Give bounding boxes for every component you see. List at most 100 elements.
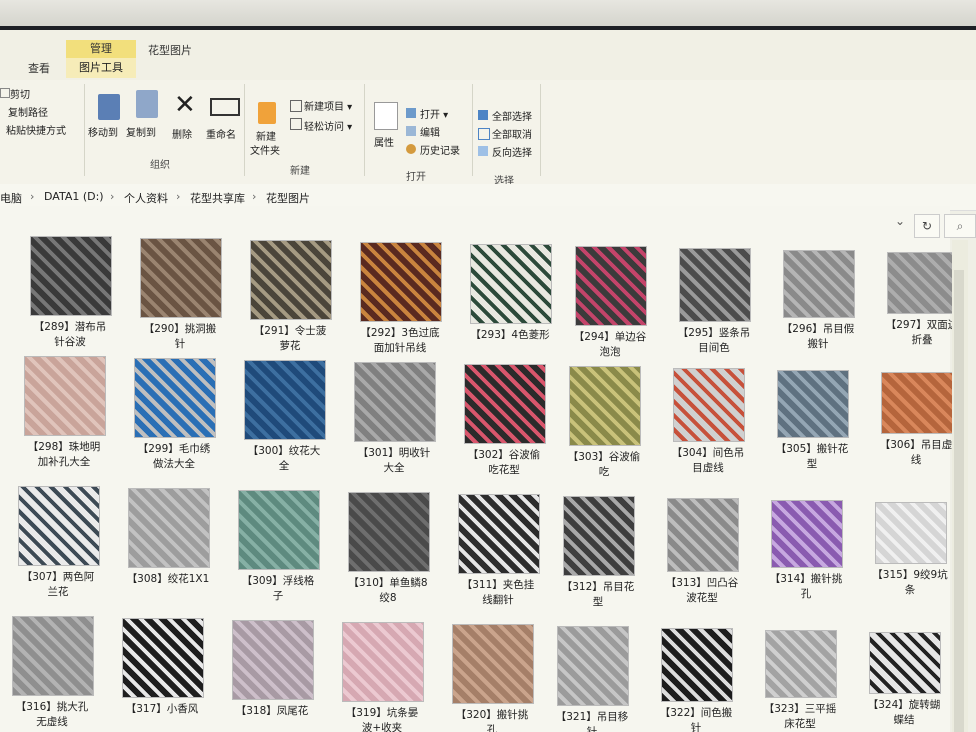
- file-name: 【306】吊目虚线: [866, 438, 966, 468]
- file-name: 【320】搬针挑孔: [442, 708, 542, 732]
- group-open-label: 打开: [406, 172, 426, 183]
- history-icon: [406, 144, 416, 154]
- file-name-line2: 大全: [383, 462, 405, 474]
- file-name-line2: 泡泡: [599, 346, 621, 358]
- scrollbar-thumb[interactable]: [954, 270, 964, 732]
- edit-button[interactable]: 编辑: [420, 124, 440, 139]
- file-grid: 【289】潜布吊 针谷波 【290】挑洞搬针【291】令士菠 萝花 【292】3色过底面…: [0, 206, 959, 732]
- file-name: 【292】3色过底 面加针吊线: [350, 326, 450, 356]
- breadcrumb-item[interactable]: 花型图片: [266, 190, 310, 206]
- thumbnail-image: [673, 368, 745, 442]
- file-name: 【310】单鱼鳞8 绞8: [338, 576, 438, 606]
- tab-manage[interactable]: 管理: [66, 40, 136, 58]
- tab-picture-tools[interactable]: 图片工具: [66, 58, 136, 78]
- invert-selection-button[interactable]: 反向选择: [492, 144, 532, 159]
- file-name-line2: 加补孔大全: [37, 456, 91, 468]
- photo-of-monitor: 查看 管理 图片工具 花型图片 剪切 复制路径 粘贴快捷方式 移动到 复制到 ✕…: [0, 0, 976, 732]
- select-none-button[interactable]: 全部取消: [492, 126, 532, 141]
- thumbnail-image: [140, 238, 222, 318]
- file-name: 【304】间色吊 目虚线: [658, 446, 758, 476]
- file-name-line1: 【299】毛巾绣: [137, 443, 211, 455]
- file-name: 【324】旋转蝴 蝶结: [854, 698, 954, 728]
- group-new-label: 新建: [290, 166, 310, 177]
- file-name-line1: 【313】凹凸谷: [665, 577, 739, 589]
- file-name-line2: 型: [592, 596, 604, 608]
- easy-access-icon: [290, 118, 302, 130]
- breadcrumb-item[interactable]: DATA1 (D:): [44, 190, 104, 203]
- file-name: 【313】凹凸谷 波花型: [652, 576, 752, 606]
- refresh-icon[interactable]: ↻: [914, 214, 940, 238]
- open-icon: [406, 108, 416, 118]
- breadcrumb-item[interactable]: 电脑: [0, 190, 22, 206]
- file-name: 【293】4色菱形: [460, 328, 560, 343]
- chevron-down-icon[interactable]: ⌄: [890, 214, 910, 234]
- file-name: 【291】令士菠 萝花: [240, 324, 340, 354]
- cut-button[interactable]: 剪切: [10, 86, 30, 101]
- new-folder-icon: [258, 102, 276, 124]
- paste-shortcut-button[interactable]: 粘贴快捷方式: [6, 122, 66, 137]
- move-to-button[interactable]: 移动到: [88, 124, 118, 139]
- thumbnail-image: [679, 248, 751, 322]
- file-name-line1: 【296】吊目假: [781, 323, 855, 335]
- new-item-button[interactable]: 新建项目 ▾: [304, 98, 352, 113]
- file-name-line1: 【321】吊目移: [555, 711, 629, 723]
- file-name-line1: 【303】谷波偷: [567, 451, 641, 463]
- copy-path-button[interactable]: 复制路径: [8, 104, 48, 119]
- tab-view[interactable]: 查看: [28, 60, 50, 76]
- file-name-line1: 【318】凤尾花: [235, 705, 309, 717]
- file-name-line1: 【301】明收针: [357, 447, 431, 459]
- history-button[interactable]: 历史记录: [420, 142, 460, 157]
- file-name: 【307】两色阿 兰花: [8, 570, 108, 600]
- file-name: 【323】三平摇 床花型: [750, 702, 850, 732]
- file-name-line2: 无虚线: [36, 716, 68, 728]
- file-name-line2: 绞8: [379, 592, 397, 604]
- file-name-line1: 【324】旋转蝴: [867, 699, 941, 711]
- file-name-line2: 面加针吊线: [373, 342, 427, 354]
- file-name: 【295】竖条吊 目间色: [664, 326, 764, 356]
- file-name-line2: 型: [806, 458, 818, 470]
- file-name-line1: 【308】绞花1X1: [126, 573, 210, 585]
- vertical-scrollbar[interactable]: [952, 240, 968, 732]
- thumbnail-image: [667, 498, 739, 572]
- file-name-line1: 【311】夹色挂: [461, 579, 535, 591]
- file-name-line1: 【302】谷波偷: [467, 449, 541, 461]
- copy-to-button[interactable]: 复制到: [126, 124, 156, 139]
- file-name-line1: 【320】搬针挑: [455, 709, 529, 721]
- thumbnail-image: [569, 366, 641, 446]
- thumbnail-image: [122, 618, 204, 698]
- file-name-line1: 【314】搬针挑: [769, 573, 843, 585]
- file-name-line2: 萝花: [279, 340, 301, 352]
- file-name-line2: 线翻针: [482, 594, 514, 606]
- file-name: 【305】搬针花型: [762, 442, 862, 472]
- copy-to-icon: [136, 90, 158, 118]
- file-name: 【317】小香风: [112, 702, 212, 717]
- file-name-line1: 【307】两色阿: [21, 571, 95, 583]
- new-item-icon: [290, 100, 302, 112]
- properties-button[interactable]: 属性: [374, 134, 394, 149]
- thumbnail-image: [881, 372, 953, 434]
- delete-button[interactable]: 删除: [172, 126, 192, 141]
- file-name: 【319】坑条晏 波+收夹: [332, 706, 432, 732]
- breadcrumb-item[interactable]: 花型共享库: [190, 190, 245, 206]
- open-button[interactable]: 打开 ▾: [420, 106, 448, 121]
- new-folder-button[interactable]: 新建: [256, 128, 276, 143]
- file-name: 【321】吊目移针: [542, 710, 642, 732]
- thumbnail-image: [18, 486, 100, 566]
- rename-button[interactable]: 重命名: [206, 126, 236, 141]
- thumbnail-image: [360, 242, 442, 322]
- thumbnail-image: [342, 622, 424, 702]
- select-all-button[interactable]: 全部选择: [492, 108, 532, 123]
- breadcrumb-item[interactable]: 个人资料: [124, 190, 168, 206]
- invert-selection-icon: [478, 146, 488, 156]
- thumbnail-image: [470, 244, 552, 324]
- file-name-line2: 孔: [486, 724, 498, 732]
- file-name-line2: 目间色: [698, 342, 730, 354]
- file-name-line2: 线: [910, 454, 922, 466]
- file-name-line2: 针: [586, 726, 598, 732]
- thumbnail-image: [232, 620, 314, 700]
- ribbon-tab-bar: 查看 管理 图片工具 花型图片: [0, 30, 976, 80]
- file-name-line2: 目虚线: [692, 462, 724, 474]
- file-name-line2: 波花型: [686, 592, 718, 604]
- search-icon[interactable]: ⌕: [944, 214, 976, 238]
- easy-access-button[interactable]: 轻松访问 ▾: [304, 118, 352, 133]
